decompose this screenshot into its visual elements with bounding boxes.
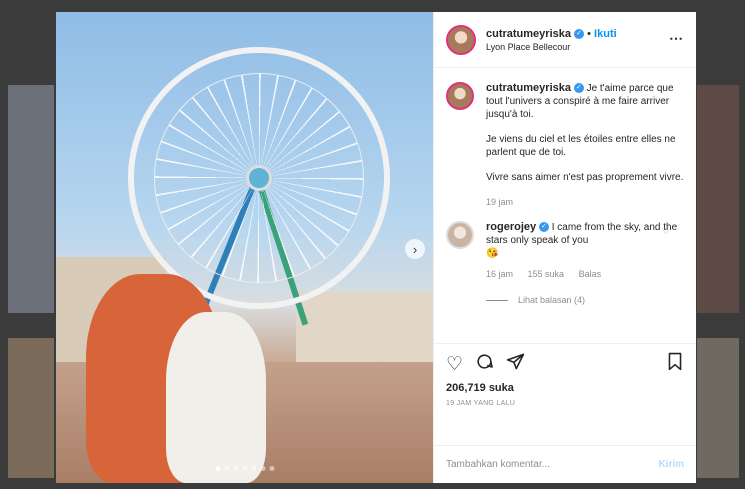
comments-section[interactable]: cutratumeyriska ✓ Je t'aime parce que to… — [434, 68, 696, 343]
slide-indicator — [215, 466, 274, 471]
post-modal: › cutratumeyriska ✓ • Ikuti Lyon Place B… — [56, 12, 696, 483]
verified-badge-icon: ✓ — [574, 28, 585, 39]
verified-badge-icon: ✓ — [538, 222, 549, 233]
caption-username[interactable]: cutratumeyriska — [486, 82, 571, 94]
view-replies-button[interactable]: Lihat balasan (4) — [486, 295, 684, 305]
comment-likes[interactable]: 155 suka — [528, 269, 565, 279]
action-icons: ♡ — [446, 352, 684, 376]
background-tile-right-bottom — [697, 338, 739, 478]
comment-input[interactable] — [446, 459, 659, 470]
bookmark-icon[interactable] — [666, 352, 684, 377]
slide-dot — [233, 466, 238, 471]
post-comment-button[interactable]: Kirim — [658, 459, 684, 470]
background-tile-left-top — [8, 85, 54, 313]
post-header: cutratumeyriska ✓ • Ikuti Lyon Place Bel… — [434, 12, 696, 68]
slide-dot — [224, 466, 229, 471]
background-tile-left-bottom — [8, 338, 54, 478]
post-photo[interactable]: › — [56, 12, 433, 483]
header-username[interactable]: cutratumeyriska — [486, 28, 571, 40]
view-replies-label: Lihat balasan (4) — [518, 295, 586, 305]
post-timestamp: 19 JAM YANG LALU — [446, 400, 516, 407]
post-sidebar: cutratumeyriska ✓ • Ikuti Lyon Place Bel… — [433, 12, 696, 483]
avatar[interactable] — [446, 82, 474, 110]
comment-body: rogerojey ✓ I came from the sky, and the… — [486, 221, 684, 281]
slide-dot — [215, 466, 220, 471]
comment-meta: 16 jam 155 suka Balas — [486, 268, 684, 281]
slide-dot — [242, 466, 247, 471]
verified-badge-icon: ✓ — [573, 83, 584, 94]
caption-time: 19 jam — [486, 197, 514, 207]
chevron-right-icon: › — [412, 241, 418, 257]
comment-composer: Kirim — [434, 445, 696, 483]
person-white-jacket — [166, 312, 266, 483]
replies-divider — [486, 299, 508, 301]
caption: cutratumeyriska ✓ Je t'aime parce que to… — [446, 82, 684, 209]
comment: rogerojey ✓ I came from the sky, and the… — [446, 221, 684, 281]
post-actions: ♡ 206,719 suka 19 JAM YANG LALU — [434, 343, 696, 445]
building-right — [296, 292, 433, 362]
header-text: cutratumeyriska ✓ • Ikuti Lyon Place Bel… — [486, 28, 617, 52]
slide-dot — [251, 466, 256, 471]
likes-count[interactable]: 206,719 suka — [446, 382, 684, 394]
location-link[interactable]: Lyon Place Bellecour — [486, 42, 617, 52]
share-icon[interactable] — [506, 352, 525, 377]
background-tile-right-top — [697, 85, 739, 313]
comment-icon[interactable] — [475, 352, 494, 377]
avatar[interactable] — [446, 24, 476, 55]
comment-time: 16 jam — [486, 269, 514, 279]
comment-username[interactable]: rogerojey — [486, 221, 536, 233]
avatar[interactable] — [446, 221, 474, 249]
caption-line-3: Vivre sans aimer n'est pas proprement vi… — [486, 172, 684, 183]
comment-reply-button[interactable]: Balas — [579, 269, 602, 279]
comment-like-heart-icon[interactable]: ♡ — [662, 225, 670, 238]
ferris-wheel — [128, 47, 390, 309]
header-separator: • — [587, 27, 591, 40]
comment-emoji: 😘 — [486, 248, 499, 259]
caption-line-2: Je viens du ciel et les étoiles entre el… — [486, 134, 676, 158]
caption-body: cutratumeyriska ✓ Je t'aime parce que to… — [486, 82, 684, 209]
heart-icon[interactable]: ♡ — [446, 353, 463, 376]
ferris-wheel-hub — [246, 165, 272, 191]
slide-dot — [260, 466, 265, 471]
follow-button[interactable]: Ikuti — [594, 28, 617, 40]
next-slide-button[interactable]: › — [405, 239, 425, 259]
more-options-icon[interactable]: ⋯ — [669, 30, 684, 47]
slide-dot — [269, 466, 274, 471]
